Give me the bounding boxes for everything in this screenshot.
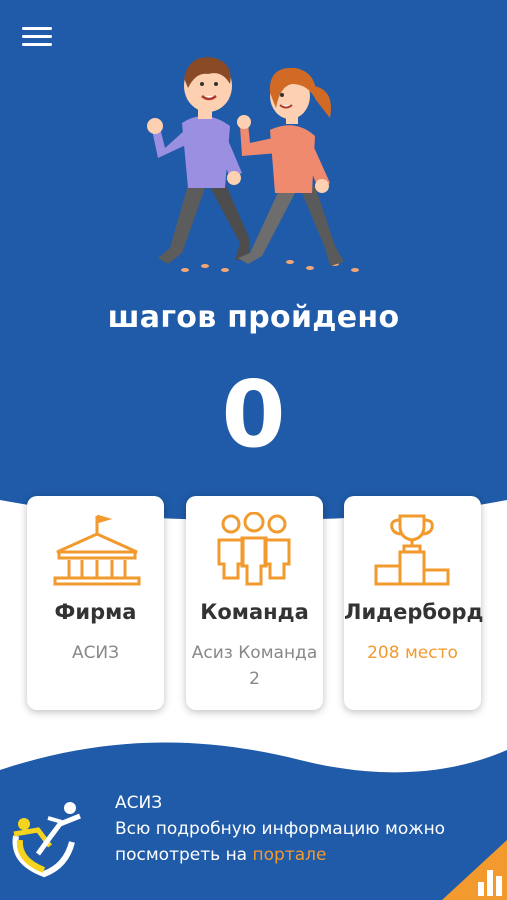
leaderboard-card-title: Лидерборд [344, 600, 484, 624]
steps-label: шагов пройдено [107, 300, 400, 335]
man-figure [147, 57, 250, 264]
asiz-logo [12, 802, 81, 878]
woman-figure [237, 67, 344, 266]
team-card-name: Асиз Команда 2 [191, 643, 318, 689]
leaderboard-rank: 208 место [367, 643, 458, 663]
trophy-podium-icon [374, 514, 450, 586]
steps-count: 0 [221, 361, 286, 468]
portal-link[interactable]: порталe [253, 845, 327, 865]
footer-org-name: АСИЗ [115, 793, 163, 813]
menu-button[interactable] [20, 22, 56, 50]
hamburger-icon [22, 27, 52, 30]
team-card-title: Команда [200, 600, 309, 624]
company-building-icon [53, 514, 141, 586]
company-card-title: Фирма [54, 600, 137, 624]
team-people-icon [217, 512, 291, 586]
walking-couple-illustration [147, 57, 359, 272]
leaderboard-card[interactable]: Лидерборд 208 место [344, 496, 484, 710]
team-card[interactable]: Команда Асиз Команда 2 [186, 496, 323, 710]
stats-corner-button[interactable] [432, 840, 507, 900]
company-card[interactable]: Фирма АСИЗ [27, 496, 164, 710]
company-card-name: АСИЗ [71, 643, 120, 663]
